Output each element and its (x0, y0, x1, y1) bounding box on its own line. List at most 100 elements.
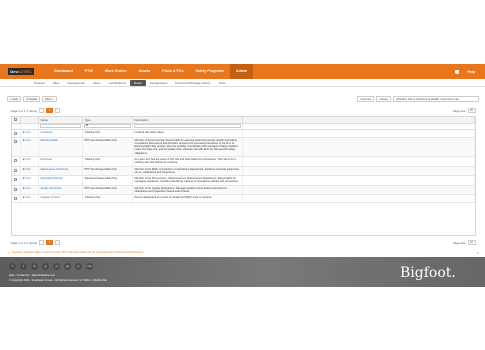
subnav-projects[interactable]: Projects (30, 79, 49, 87)
search-input[interactable]: Ottmaki | Site & Structure & Health: Doc… (393, 96, 479, 102)
social-icon-7[interactable]: rss (86, 263, 93, 270)
nav-right: Help (455, 69, 475, 74)
subnav-departments[interactable]: Departments (64, 79, 89, 87)
nav-item-assets[interactable]: Assets (132, 64, 156, 79)
subnav-document-library[interactable]: Document/Storage Library (171, 79, 214, 87)
view-dropdown[interactable]: Library (376, 96, 391, 102)
row-checkbox[interactable] (14, 187, 17, 191)
role-name-link[interactable]: Contractor (41, 131, 53, 134)
footer: f t in g yt ig p rss Help · Contact Us · bigfoo… (0, 257, 485, 287)
page-size-select[interactable]: 20 (468, 240, 476, 245)
row-action-icons[interactable]: ✚✎⎘✕ (23, 131, 32, 134)
role-type-cell: Sanctions Responsible Only (82, 175, 133, 186)
row-checkbox[interactable] (14, 178, 17, 182)
role-type-cell: Tracking Only (82, 129, 133, 138)
row-action-icons[interactable]: ✚✎⎘✕ (23, 139, 32, 142)
subnav-tools[interactable]: Tools (214, 79, 229, 87)
row-checkbox[interactable] (14, 139, 17, 143)
pager-range-text: Page 1 of 1 (7 items) (11, 108, 37, 113)
subnav-roles[interactable]: Roles (129, 79, 146, 86)
row-action-icons[interactable]: ✚✎⎘✕ (23, 187, 32, 190)
page-size-control: Page size: 20 (453, 108, 476, 113)
bell-icon[interactable] (455, 69, 460, 74)
type-filter-select[interactable]: All (83, 123, 131, 128)
table-row[interactable]: ✚✎⎘✕ Contractor Tracking Only Involved with… (12, 129, 475, 138)
row-action-icons[interactable]: ✚✎⎘✕ (23, 196, 32, 199)
social-links: f t in g yt ig p rss (9, 263, 93, 270)
role-type-cell: Tracking Only (82, 156, 133, 167)
description-filter-input[interactable] (133, 123, 241, 128)
current-page-button[interactable]: 1 (45, 108, 53, 113)
role-description-cell: Member of the Quality Department. Manage… (132, 185, 243, 196)
social-icon-6[interactable]: p (75, 263, 82, 270)
new-button[interactable]: + New (7, 96, 22, 102)
row-checkbox[interactable] (14, 168, 17, 172)
table-row[interactable]: ✚✎⎘✕ Quality Technician PPT User Responsib… (12, 185, 475, 196)
prev-page-icon[interactable]: ‹ (38, 240, 44, 245)
row-action-icons[interactable]: ✚✎⎘✕ (23, 177, 32, 180)
subnav-users[interactable]: Users (89, 79, 105, 87)
role-name-link[interactable]: EHS Specialist (41, 139, 58, 142)
top-whitespace (0, 0, 485, 64)
nav-item-admin[interactable]: Admin (230, 64, 254, 79)
row-checkbox[interactable] (14, 197, 17, 201)
pager-range-text: Page 1 of 1 (7 items) (11, 240, 37, 245)
row-checkbox[interactable] (14, 158, 17, 162)
nav-item-plans[interactable]: Plans & PCs (156, 64, 189, 79)
role-name-link[interactable]: Maintenance Technician (41, 168, 69, 171)
nav-item-safety-programs[interactable]: Safety Programs (189, 64, 230, 79)
social-icon-3[interactable]: g (42, 263, 49, 270)
subnav-certifications[interactable]: Certifications (105, 79, 130, 87)
prev-page-icon[interactable]: ‹ (38, 108, 44, 113)
row-checkbox[interactable] (14, 131, 17, 135)
social-icon-5[interactable]: ig (64, 263, 71, 270)
role-description-cell: Member of the Procurement, Warehousing o… (132, 175, 243, 186)
select-all-checkbox[interactable] (14, 118, 17, 122)
subnav-configuration[interactable]: Configuration (146, 79, 172, 87)
delete-button[interactable]: ✕ Delete (23, 96, 41, 102)
row-action-icons[interactable]: ✚✎⎘✕ (23, 168, 32, 171)
nav-item-ptw[interactable]: PTW (79, 64, 99, 79)
subnav-sites[interactable]: Sites (49, 79, 64, 87)
more-button[interactable]: More... (42, 96, 57, 102)
warning-text[interactable]: Important: Example data on Control Cente… (12, 251, 144, 254)
warning-bar: ⚠ Important: Example data on Control Cen… (7, 250, 479, 255)
role-name-link[interactable]: Quality Technician (41, 187, 62, 190)
footer-copyright: © Copyright 2016 - Smartteam Group – All… (9, 279, 107, 282)
table-row[interactable]: ✚✎⎘✕ Supplier Contact Tracking Only Person … (12, 194, 475, 204)
role-name-link[interactable]: Employee (41, 158, 53, 161)
table-row[interactable]: ✚✎⎘✕ Maintenance Technician PPT User Respo… (12, 166, 475, 177)
role-name-link[interactable]: Supplier Contact (41, 196, 60, 199)
nav-item-dashboard[interactable]: Dashboard (48, 64, 79, 79)
pager-bottom: Page 1 of 1 (7 items) ‹ 1 › Page size: 2… (11, 239, 476, 246)
logo-accent-text: AZTEC (17, 69, 32, 74)
name-filter-input[interactable] (39, 123, 81, 128)
next-page-icon[interactable]: › (54, 108, 60, 113)
role-description-cell: Member of the EMG. Contractors or Operat… (132, 166, 243, 177)
warning-icon: ⚠ (7, 250, 10, 255)
role-name-link[interactable]: Operations Director (41, 177, 64, 180)
table-row[interactable]: ✚✎⎘✕ Employee Tracking Only Any user who ha… (12, 156, 475, 167)
social-icon-1[interactable]: t (20, 263, 27, 270)
social-icon-2[interactable]: in (31, 263, 38, 270)
page-size-control: Page size: 20 (453, 240, 476, 245)
table-row[interactable]: ✚✎⎘✕ Operations Director Sanctions Respons… (12, 175, 475, 186)
nav-item-work-orders[interactable]: Work Orders (99, 64, 133, 79)
row-action-icons[interactable]: ✚✎⎘✕ (23, 158, 32, 161)
help-link[interactable]: Help (467, 70, 475, 74)
role-type-cell: Tracking Only (82, 194, 133, 204)
table-row[interactable]: ✚✎⎘✕ EHS Specialist PPT User Responsible O… (12, 137, 475, 157)
footer-links[interactable]: Help · Contact Us · bigfootsoftware.com (9, 274, 55, 277)
close-icon[interactable]: ✕ (476, 251, 479, 255)
role-description-cell: Member of Environmental, Responsible for… (132, 137, 243, 157)
social-icon-4[interactable]: yt (53, 263, 60, 270)
social-icon-0[interactable]: f (9, 263, 16, 270)
columns-dropdown[interactable]: Columns (357, 96, 375, 102)
app-logo[interactable]: Dev AZTEC (8, 68, 34, 75)
gear-decoration (330, 259, 390, 285)
next-page-icon[interactable]: › (54, 240, 60, 245)
grid-toolbar: + New ✕ Delete More... Columns Library O… (7, 95, 479, 103)
brand-logo: Bigfoot. (400, 265, 456, 281)
page-size-select[interactable]: 20 (468, 108, 476, 113)
current-page-button[interactable]: 1 (45, 240, 53, 245)
